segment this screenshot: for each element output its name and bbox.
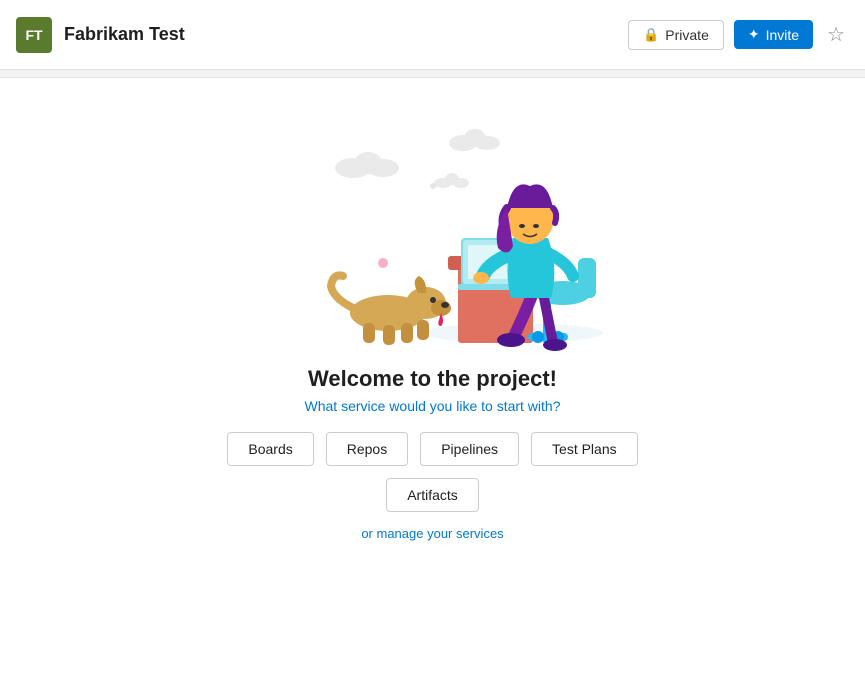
welcome-illustration — [243, 108, 623, 358]
star-icon: ☆ — [827, 24, 845, 46]
project-name: Fabrikam Test — [64, 24, 628, 45]
private-button[interactable]: 🔒 Private — [628, 20, 724, 50]
artifacts-button[interactable]: Artifacts — [386, 478, 479, 512]
services-row-2: Artifacts — [386, 478, 479, 512]
invite-icon: ✦ — [748, 26, 760, 43]
project-avatar: FT — [16, 17, 52, 53]
sub-bar — [0, 70, 865, 78]
welcome-subtitle: What service would you like to start wit… — [305, 398, 561, 414]
star-button[interactable]: ☆ — [823, 18, 849, 51]
test-plans-button[interactable]: Test Plans — [531, 432, 638, 466]
repos-button[interactable]: Repos — [326, 432, 408, 466]
welcome-title: Welcome to the project! — [308, 366, 557, 392]
boards-button[interactable]: Boards — [227, 432, 313, 466]
manage-services-link[interactable]: or manage your services — [361, 526, 503, 541]
services-row-1: Boards Repos Pipelines Test Plans — [227, 432, 637, 466]
lock-icon: 🔒 — [643, 27, 659, 43]
invite-button[interactable]: ✦ Invite — [734, 20, 813, 49]
illustration-area — [233, 98, 633, 358]
pipelines-button[interactable]: Pipelines — [420, 432, 519, 466]
main-content: Welcome to the project! What service wou… — [0, 78, 865, 541]
page-header: FT Fabrikam Test 🔒 Private ✦ Invite ☆ — [0, 0, 865, 70]
header-actions: 🔒 Private ✦ Invite ☆ — [628, 18, 849, 51]
